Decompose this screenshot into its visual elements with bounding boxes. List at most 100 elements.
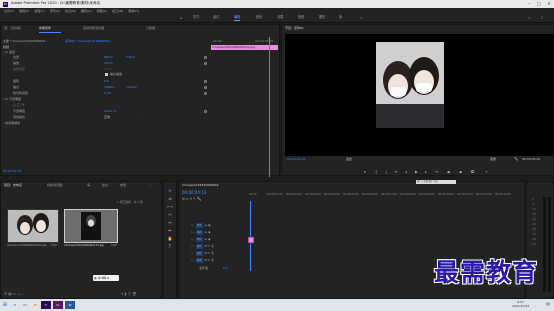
workspace-graphics[interactable]: 图形 <box>319 15 325 19</box>
share-icon[interactable]: ⇪ <box>540 16 543 20</box>
ime-logo-icon[interactable]: ● <box>94 276 97 280</box>
param-opacity-value[interactable]: 100.0 % <box>104 110 116 113</box>
extract-icon[interactable]: ⏏ <box>459 170 462 175</box>
workspace-audio[interactable]: 音频 <box>298 15 304 19</box>
fx-opacity[interactable]: › fx 不透明度 <box>3 98 21 101</box>
timeline-tools-icons[interactable]: ⊞ ⊳ ▾ ✎ 🔧 <box>182 197 201 202</box>
master-clip-label[interactable]: 主要 * mmexport163490090… <box>3 40 48 43</box>
list-view-icon[interactable]: ☰ ▦ ▭ ○— <box>4 292 24 297</box>
program-timecode[interactable]: 00:00:04:12 <box>287 158 305 161</box>
step-back-icon[interactable]: ⇤ <box>395 170 398 175</box>
ec-timecode[interactable]: 00:00:04:12 <box>3 170 21 173</box>
premiere-taskbar-icon[interactable]: Pr <box>41 301 51 309</box>
go-to-in-icon[interactable]: } <box>385 170 387 175</box>
settings-wrench-icon[interactable]: 🔧 <box>514 157 518 162</box>
maximize-button[interactable]: □ <box>534 0 544 8</box>
menu-graphics[interactable]: 图形(G) <box>81 9 92 13</box>
blend-mode-select[interactable]: 正常 <box>104 116 110 119</box>
project-item-name[interactable]: mmexport1634900904102.jpg <box>7 244 47 248</box>
menu-clip[interactable]: 剪辑(C) <box>34 9 44 13</box>
razor-tool-icon[interactable]: ✂ <box>167 212 173 218</box>
param-scale-value[interactable]: 100.0 <box>104 62 113 65</box>
uniform-scale-checkbox[interactable] <box>105 73 108 76</box>
project-tools-icons[interactable]: ⚲ ▮ ◫ 🗑 <box>121 292 137 297</box>
track-header-v2[interactable]: ⊡ V2 ⊟ ◉ <box>191 229 245 236</box>
project-item-thumbnail[interactable] <box>7 209 59 243</box>
tab-project[interactable]: 项目：未命名 <box>4 184 22 187</box>
lift-icon[interactable]: ⏏ <box>447 170 450 175</box>
menu-help[interactable]: 帮助(H) <box>128 9 139 13</box>
adobe-app-taskbar-icon[interactable]: Ps <box>53 301 63 309</box>
menu-sequence[interactable]: 序列(S) <box>50 9 60 13</box>
tab-info[interactable]: 信息 <box>102 184 108 187</box>
menu-file[interactable]: 文件(F) <box>4 9 14 13</box>
param-anchor-x[interactable]: 1080.0 <box>104 86 115 89</box>
minimize-button[interactable]: – <box>524 0 534 8</box>
mask-shape-icons[interactable]: ○ □ ✎ <box>13 103 25 108</box>
program-quality-select[interactable]: 完整 <box>490 158 496 161</box>
tab-effects[interactable]: 效果 <box>120 184 126 187</box>
fx-motion[interactable]: › fx 运动 <box>3 51 15 54</box>
mark-out-icon[interactable]: { <box>375 170 377 175</box>
chevron-down-icon[interactable]: ⌄ <box>141 116 144 119</box>
mark-in-icon[interactable]: ▾ <box>364 170 366 175</box>
add-button-icon[interactable]: + <box>485 170 488 175</box>
pen-tool-icon[interactable]: ✒ <box>167 228 173 234</box>
tab-source[interactable]: 源：(无剪辑) <box>4 27 21 30</box>
master-track-value[interactable]: 0.0 <box>223 267 228 270</box>
keyframe-toggle-icon[interactable] <box>204 62 207 65</box>
home-icon[interactable]: ⌂ <box>180 16 183 20</box>
workspace-libraries[interactable]: 库 <box>339 15 342 19</box>
timeline-timecode[interactable]: 00:00:04:12 <box>182 191 206 195</box>
windows-start-icon[interactable]: ⊞ <box>0 302 10 308</box>
taskbar-clock[interactable]: 9:07 2021/10/22 <box>512 300 529 308</box>
search-icon[interactable]: ⌕ <box>4 200 6 205</box>
menu-edit[interactable]: 编辑(E) <box>19 9 29 13</box>
tab-audio-clip-mixer[interactable]: 音频剪辑混合器 <box>83 27 104 30</box>
step-back-frame-icon[interactable]: ◂ <box>405 170 407 175</box>
selection-tool-icon[interactable]: ➤ <box>167 188 173 194</box>
workspace-assembly[interactable]: 组件 <box>213 15 219 19</box>
file-explorer-icon[interactable]: ▰ <box>30 303 40 307</box>
fx-time-remap[interactable]: › 时间重映射 <box>3 122 20 125</box>
project-item-thumbnail-selected[interactable] <box>64 209 118 243</box>
sequence-clip-label[interactable]: 序列01 * mmexport16349009… <box>65 40 112 43</box>
ime-toolbar[interactable]: ● 中 ⌨ ⚙ <box>93 275 119 281</box>
close-button[interactable]: ✕ <box>544 0 554 8</box>
workspace-color[interactable]: 颜色 <box>256 15 262 19</box>
keyframe-toggle-icon[interactable] <box>204 80 207 83</box>
type-tool-icon[interactable]: T <box>167 244 173 250</box>
program-zoom-select[interactable]: 适合 <box>346 158 352 161</box>
workspace-editing[interactable]: 编辑 <box>234 15 241 22</box>
slip-tool-icon[interactable]: ↔ <box>167 220 173 226</box>
timeline-playhead[interactable] <box>250 201 251 271</box>
tab-metadata[interactable]: 元数据 <box>146 27 155 30</box>
search-icon[interactable]: ⌕ <box>528 16 530 20</box>
tab-effect-controls[interactable]: 效果控件 <box>39 27 51 30</box>
tab-program[interactable]: 节目：序列01 <box>285 27 304 30</box>
param-antiflicker-value[interactable]: 0.00 <box>104 92 111 95</box>
param-anchor-y[interactable]: 1440.0 <box>126 86 137 89</box>
camera-icon[interactable]: ◘ <box>471 170 474 175</box>
play-icon[interactable]: ▶ <box>415 170 418 175</box>
tab-sequence[interactable]: mmexport16349009041 <box>182 184 219 187</box>
menu-window[interactable]: 窗口(W) <box>112 9 123 13</box>
workspace-learn[interactable]: 学习 <box>193 15 199 19</box>
step-forward-icon[interactable]: ▸ <box>425 170 427 175</box>
effect-clip-bar[interactable]: mmexport1634900904102.jpg <box>211 45 278 50</box>
track-header-a1[interactable]: ⊡ A1 M S 🎙 <box>191 243 245 250</box>
param-position-y[interactable]: 540.0 <box>126 56 135 59</box>
notification-icon[interactable]: ▤ <box>546 302 550 306</box>
tab-media-browser[interactable]: 媒体浏览器 <box>47 184 62 187</box>
workspace-effects[interactable]: 效果 <box>277 15 283 19</box>
hand-tool-icon[interactable]: ✋ <box>167 236 173 242</box>
timeline-ruler[interactable]: 00:00 00:00:01:00 00:00:02:00 00:00:03:0… <box>249 193 524 199</box>
more-workspaces-icon[interactable]: » <box>360 16 362 20</box>
keyframe-toggle-icon[interactable] <box>204 110 207 113</box>
task-view-icon[interactable]: ▭ <box>20 303 30 307</box>
ripple-edit-tool-icon[interactable]: ⟷ <box>167 204 173 210</box>
keyframe-toggle-icon[interactable] <box>204 92 207 95</box>
panel-overflow-icon[interactable]: » <box>149 184 151 187</box>
track-header-v1[interactable]: ⊡ V1 ⊟ ◉ <box>191 236 245 243</box>
go-to-out-icon[interactable]: ⇥ <box>435 170 438 175</box>
